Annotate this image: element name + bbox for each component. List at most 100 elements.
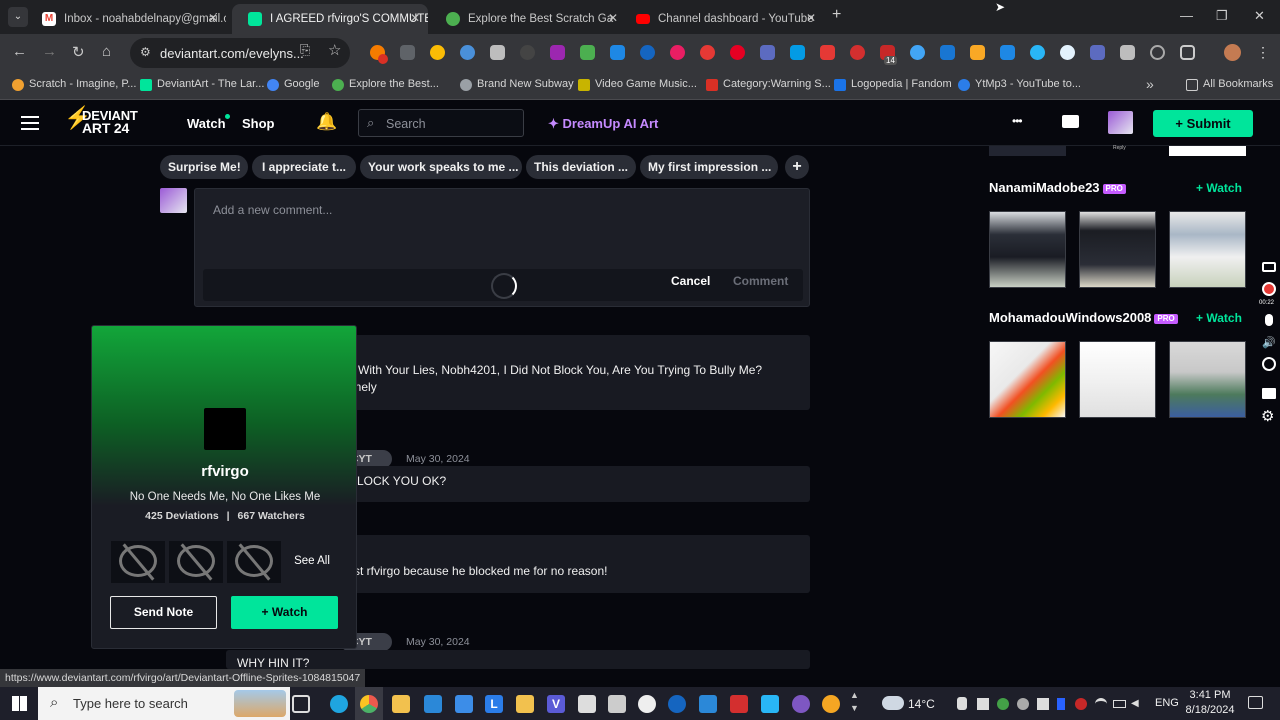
- home-icon[interactable]: ⌂: [102, 43, 111, 60]
- extension-icon[interactable]: [430, 45, 445, 60]
- tab-search-dropdown[interactable]: ⌄: [8, 7, 28, 27]
- browser-tab-gmail[interactable]: M Inbox - noahabdelnapy@gmail.c ✕: [26, 4, 226, 34]
- store-icon[interactable]: [424, 695, 442, 713]
- hidden-deviation-thumbnail[interactable]: [227, 541, 281, 583]
- sidebar-artist-name[interactable]: MohamadouWindows2008 PRO: [989, 310, 1178, 325]
- unity-icon[interactable]: [578, 695, 596, 713]
- extension-icon[interactable]: [1120, 45, 1135, 60]
- mail-icon[interactable]: [1062, 115, 1079, 128]
- comment-date[interactable]: May 30, 2024: [406, 453, 470, 465]
- bookmark-star-icon[interactable]: ☆: [328, 41, 341, 59]
- close-window-button[interactable]: ✕: [1254, 8, 1265, 24]
- sidebar-thumbnail[interactable]: [1079, 341, 1156, 418]
- microphone-icon[interactable]: [1265, 314, 1273, 326]
- extension-icon[interactable]: [700, 45, 715, 60]
- sidebar-watch-button[interactable]: + Watch: [1196, 311, 1242, 325]
- extension-icon[interactable]: [610, 45, 625, 60]
- language-indicator[interactable]: ENG: [1155, 697, 1179, 709]
- sidebar-thumbnail[interactable]: [989, 341, 1066, 418]
- extension-icon[interactable]: [580, 45, 595, 60]
- extension-icon[interactable]: [820, 45, 835, 60]
- sidebar-thumbnail[interactable]: [1169, 341, 1246, 418]
- volume-icon[interactable]: ◀: [1131, 698, 1139, 709]
- browser-tab-deviantart[interactable]: I AGREED rfvirgo'S COMMUTES ✕: [232, 4, 428, 34]
- tray-icon[interactable]: [1037, 698, 1049, 710]
- pinterest-icon[interactable]: [730, 45, 745, 60]
- extension-icon[interactable]: [640, 45, 655, 60]
- app-icon[interactable]: [668, 695, 686, 713]
- close-tab-icon[interactable]: ✕: [806, 11, 816, 25]
- taskbar-overflow-chevron[interactable]: ▲ ▼: [850, 689, 859, 715]
- extension-icon[interactable]: [490, 45, 505, 60]
- browser-menu-icon[interactable]: ⋮: [1256, 44, 1270, 61]
- watch-nav-link[interactable]: Watch: [187, 116, 226, 131]
- weather-temp[interactable]: 14°C: [908, 697, 935, 711]
- extension-icon[interactable]: [910, 45, 925, 60]
- clock-icon[interactable]: [1150, 45, 1165, 60]
- notification-center-icon[interactable]: [1248, 696, 1263, 709]
- close-tab-icon[interactable]: ✕: [410, 11, 420, 25]
- add-chip-button[interactable]: +: [785, 155, 809, 179]
- task-view-icon[interactable]: [292, 695, 310, 713]
- sidebar-thumbnail[interactable]: [1169, 146, 1246, 156]
- extension-icon[interactable]: [1090, 45, 1105, 60]
- cloud-icon[interactable]: [1030, 45, 1045, 60]
- extension-icon[interactable]: [550, 45, 565, 60]
- sidebar-artist-name[interactable]: NanamiMadobe23 PRO: [989, 180, 1126, 195]
- app-icon[interactable]: [761, 695, 779, 713]
- tray-icon[interactable]: [1017, 698, 1029, 710]
- clock-date[interactable]: 8/18/2024: [1182, 704, 1238, 716]
- tray-icon[interactable]: [957, 697, 967, 710]
- media-icon[interactable]: [638, 695, 656, 713]
- tray-icon[interactable]: [1075, 698, 1087, 710]
- address-bar[interactable]: ⚙ deviantart.com/evelyns...: [130, 38, 350, 68]
- extension-icon[interactable]: [790, 45, 805, 60]
- comment-button[interactable]: Comment: [733, 274, 788, 288]
- bookmark-item[interactable]: YtMp3 - YouTube to...: [958, 78, 1081, 91]
- browser-tab-youtube[interactable]: Channel dashboard - YouTube ✕: [620, 4, 824, 34]
- puzzle-extensions-icon[interactable]: [1180, 45, 1195, 60]
- close-tab-icon[interactable]: ✕: [608, 11, 618, 25]
- sidebar-thumbnail[interactable]: Reply: [1079, 145, 1156, 156]
- tray-icon[interactable]: [977, 698, 989, 710]
- install-app-icon[interactable]: ⎘: [300, 42, 310, 58]
- search-input[interactable]: ⌕ Search: [358, 109, 524, 137]
- cancel-button[interactable]: Cancel: [671, 274, 710, 288]
- extension-icon[interactable]: [1060, 45, 1075, 60]
- bookmark-item[interactable]: Logopedia | Fandom: [834, 78, 952, 91]
- battery-icon[interactable]: [1113, 700, 1126, 708]
- profile-username[interactable]: rfvirgo: [92, 463, 356, 480]
- speaker-icon[interactable]: 🔊: [1262, 336, 1276, 349]
- taskbar-search-box[interactable]: ⌕ Type here to search: [38, 687, 290, 720]
- comment-chip[interactable]: I appreciate t...: [252, 155, 356, 179]
- settings-gear-icon[interactable]: ⚙: [1261, 407, 1274, 425]
- comment-chip[interactable]: My first impression ...: [640, 155, 778, 179]
- sidebar-thumbnail[interactable]: [989, 146, 1066, 156]
- hidden-deviation-thumbnail[interactable]: [169, 541, 223, 583]
- minimize-window-button[interactable]: —: [1180, 8, 1193, 23]
- shop-nav-link[interactable]: Shop: [242, 116, 275, 131]
- app-icon[interactable]: [792, 695, 810, 713]
- app-icon[interactable]: [699, 695, 717, 713]
- roblox-icon[interactable]: [608, 695, 626, 713]
- window-icon[interactable]: [1262, 388, 1276, 399]
- camera-icon[interactable]: [1262, 262, 1276, 272]
- comment-editor[interactable]: Add a new comment... Cancel Comment: [194, 188, 810, 307]
- comment-date[interactable]: May 30, 2024: [406, 636, 470, 648]
- wifi-icon[interactable]: [1095, 698, 1107, 710]
- bookmark-item[interactable]: Scratch - Imagine, P...: [12, 78, 136, 91]
- bookmark-item[interactable]: Google: [267, 78, 319, 91]
- mail-icon[interactable]: [455, 695, 473, 713]
- forward-icon[interactable]: →: [42, 43, 57, 60]
- sidebar-thumbnail[interactable]: [989, 211, 1066, 288]
- bookmark-item[interactable]: DeviantArt - The Lar...: [140, 78, 264, 91]
- user-avatar[interactable]: [1108, 111, 1133, 134]
- app-icon[interactable]: [822, 695, 840, 713]
- notes-icon[interactable]: [516, 695, 534, 713]
- comment-chip[interactable]: Your work speaks to me ...: [360, 155, 522, 179]
- watch-button[interactable]: + Watch: [231, 596, 338, 629]
- extension-icon[interactable]: [850, 45, 865, 60]
- bookmark-item[interactable]: Explore the Best...: [332, 78, 439, 91]
- bluetooth-icon[interactable]: [1057, 698, 1065, 710]
- more-options-icon[interactable]: •••: [1012, 114, 1023, 128]
